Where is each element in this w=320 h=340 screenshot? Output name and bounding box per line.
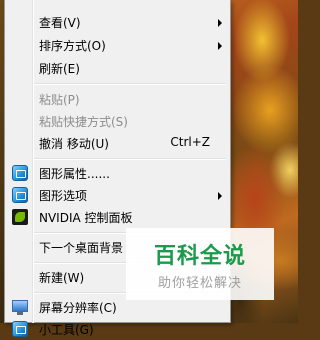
menu-item-paste: 粘贴(P)	[6, 88, 230, 110]
submenu-arrow-icon	[218, 192, 222, 200]
graphics-options-icon	[12, 187, 28, 203]
menu-item-label: 屏幕分辨率(C)	[39, 301, 117, 315]
menu-item-label: 查看(V)	[39, 16, 81, 30]
menu-item-label: 图形选项	[39, 189, 88, 203]
menu-item-view[interactable]: 查看(V)	[6, 11, 230, 33]
menu-item-label: 图形属性......	[39, 167, 110, 181]
menu-separator	[34, 83, 226, 85]
menu-item-label: 撤消 移动(U)	[39, 137, 109, 151]
menu-item-graphics-options[interactable]: 图形选项	[6, 184, 230, 206]
gadgets-icon	[12, 321, 28, 337]
menu-item-undo-move[interactable]: 撤消 移动(U) Ctrl+Z	[6, 132, 230, 154]
menu-item-gadgets[interactable]: 小工具(G)	[6, 318, 230, 340]
menu-item-label: 粘贴(P)	[39, 93, 80, 107]
menu-item-sort-by[interactable]: 排序方式(O)	[6, 34, 230, 56]
menu-item-label: 下一个桌面背景	[39, 241, 124, 255]
menu-item-nvidia-control-panel[interactable]: NVIDIA 控制面板	[6, 206, 230, 228]
menu-item-paste-shortcut: 粘贴快捷方式(S)	[6, 110, 230, 132]
graphics-properties-icon	[12, 165, 28, 181]
menu-item-label: 粘贴快捷方式(S)	[39, 115, 128, 129]
watermark-title: 百科全说	[153, 244, 246, 269]
menu-item-graphics-properties[interactable]: 图形属性......	[6, 162, 230, 184]
nvidia-icon	[12, 209, 28, 225]
menu-separator	[34, 158, 226, 160]
screen-resolution-icon	[12, 300, 28, 315]
menu-item-label: 新建(W)	[39, 271, 85, 285]
menu-item-shortcut: Ctrl+Z	[170, 135, 210, 149]
watermark: 百科全说 助你轻松解决	[126, 228, 274, 300]
submenu-arrow-icon	[218, 19, 222, 27]
submenu-arrow-icon	[218, 42, 222, 50]
menu-item-label: 小工具(G)	[39, 323, 94, 337]
menu-item-label: NVIDIA 控制面板	[39, 211, 133, 225]
menu-item-refresh[interactable]: 刷新(E)	[6, 57, 230, 79]
watermark-subtitle: 助你轻松解决	[157, 276, 242, 291]
menu-item-label: 刷新(E)	[39, 62, 80, 76]
menu-item-label: 排序方式(O)	[39, 39, 106, 53]
